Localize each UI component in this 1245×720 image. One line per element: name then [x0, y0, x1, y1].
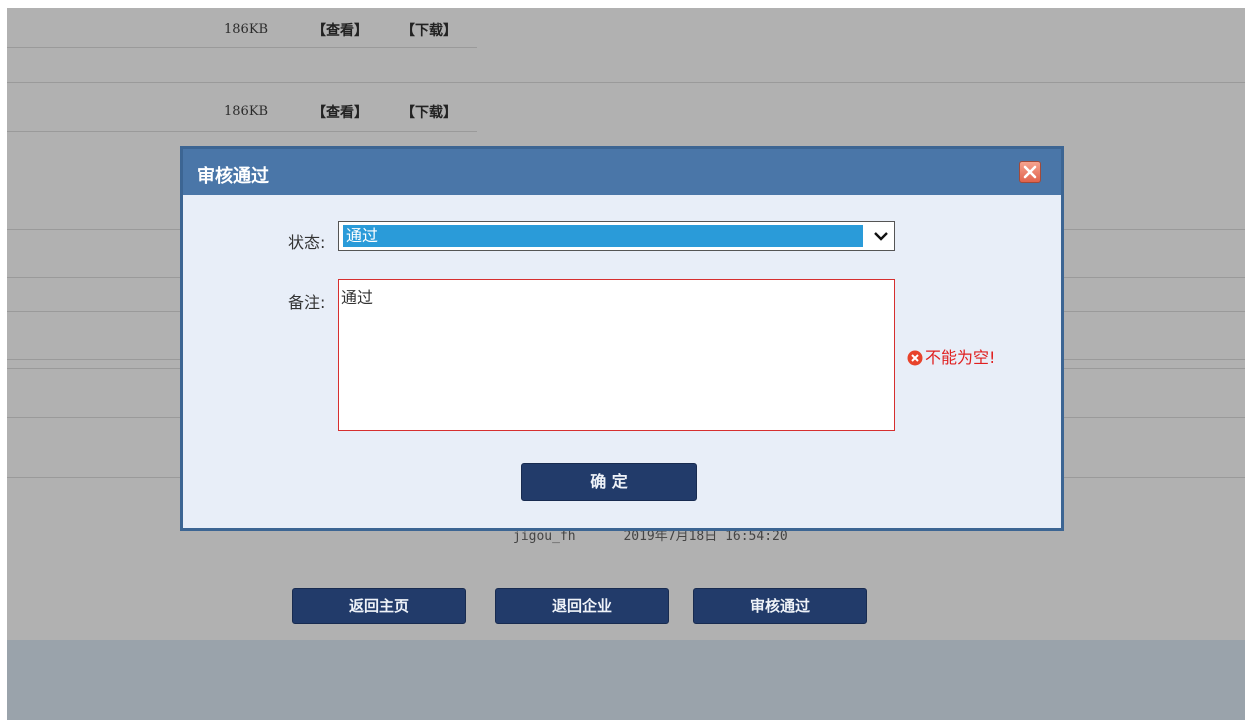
- row-divider: [7, 131, 477, 132]
- footer-band: [7, 640, 1245, 720]
- row-divider: [7, 47, 477, 48]
- chevron-down-icon: [874, 232, 888, 241]
- remark-label: 备注:: [288, 293, 326, 312]
- record-user: jigou_fh: [513, 529, 576, 544]
- top-edge: [0, 0, 1245, 8]
- close-button[interactable]: [1019, 161, 1041, 183]
- dialog-header: 审核通过: [183, 149, 1061, 195]
- row-divider: [7, 82, 1245, 83]
- status-label: 状态:: [288, 233, 326, 252]
- return-to-enterprise-button[interactable]: 退回企业: [495, 588, 669, 624]
- file-size: 186KB: [224, 22, 269, 37]
- view-link[interactable]: 【查看】: [312, 102, 368, 122]
- close-icon: [1023, 165, 1037, 179]
- error-text: 不能为空!: [925, 348, 996, 367]
- approve-button[interactable]: 审核通过: [693, 588, 867, 624]
- download-link[interactable]: 【下载】: [401, 20, 457, 40]
- dialog-title: 审核通过: [197, 166, 269, 187]
- status-selected-value: 通过: [343, 225, 863, 247]
- remark-textarea[interactable]: 通过: [338, 279, 895, 431]
- confirm-button[interactable]: 确 定: [521, 463, 697, 501]
- left-edge: [0, 0, 7, 720]
- file-size: 186KB: [224, 104, 269, 119]
- error-icon: [907, 350, 923, 366]
- download-link[interactable]: 【下载】: [401, 102, 457, 122]
- approval-dialog: 审核通过 状态: 通过 备注: 通过 不能为空! 确 定: [180, 146, 1064, 531]
- validation-error: 不能为空!: [907, 344, 995, 368]
- view-link[interactable]: 【查看】: [312, 20, 368, 40]
- status-select[interactable]: 通过: [338, 221, 895, 251]
- home-button[interactable]: 返回主页: [292, 588, 466, 624]
- record-datetime: 2019年7月18日 16:54:20: [623, 529, 788, 544]
